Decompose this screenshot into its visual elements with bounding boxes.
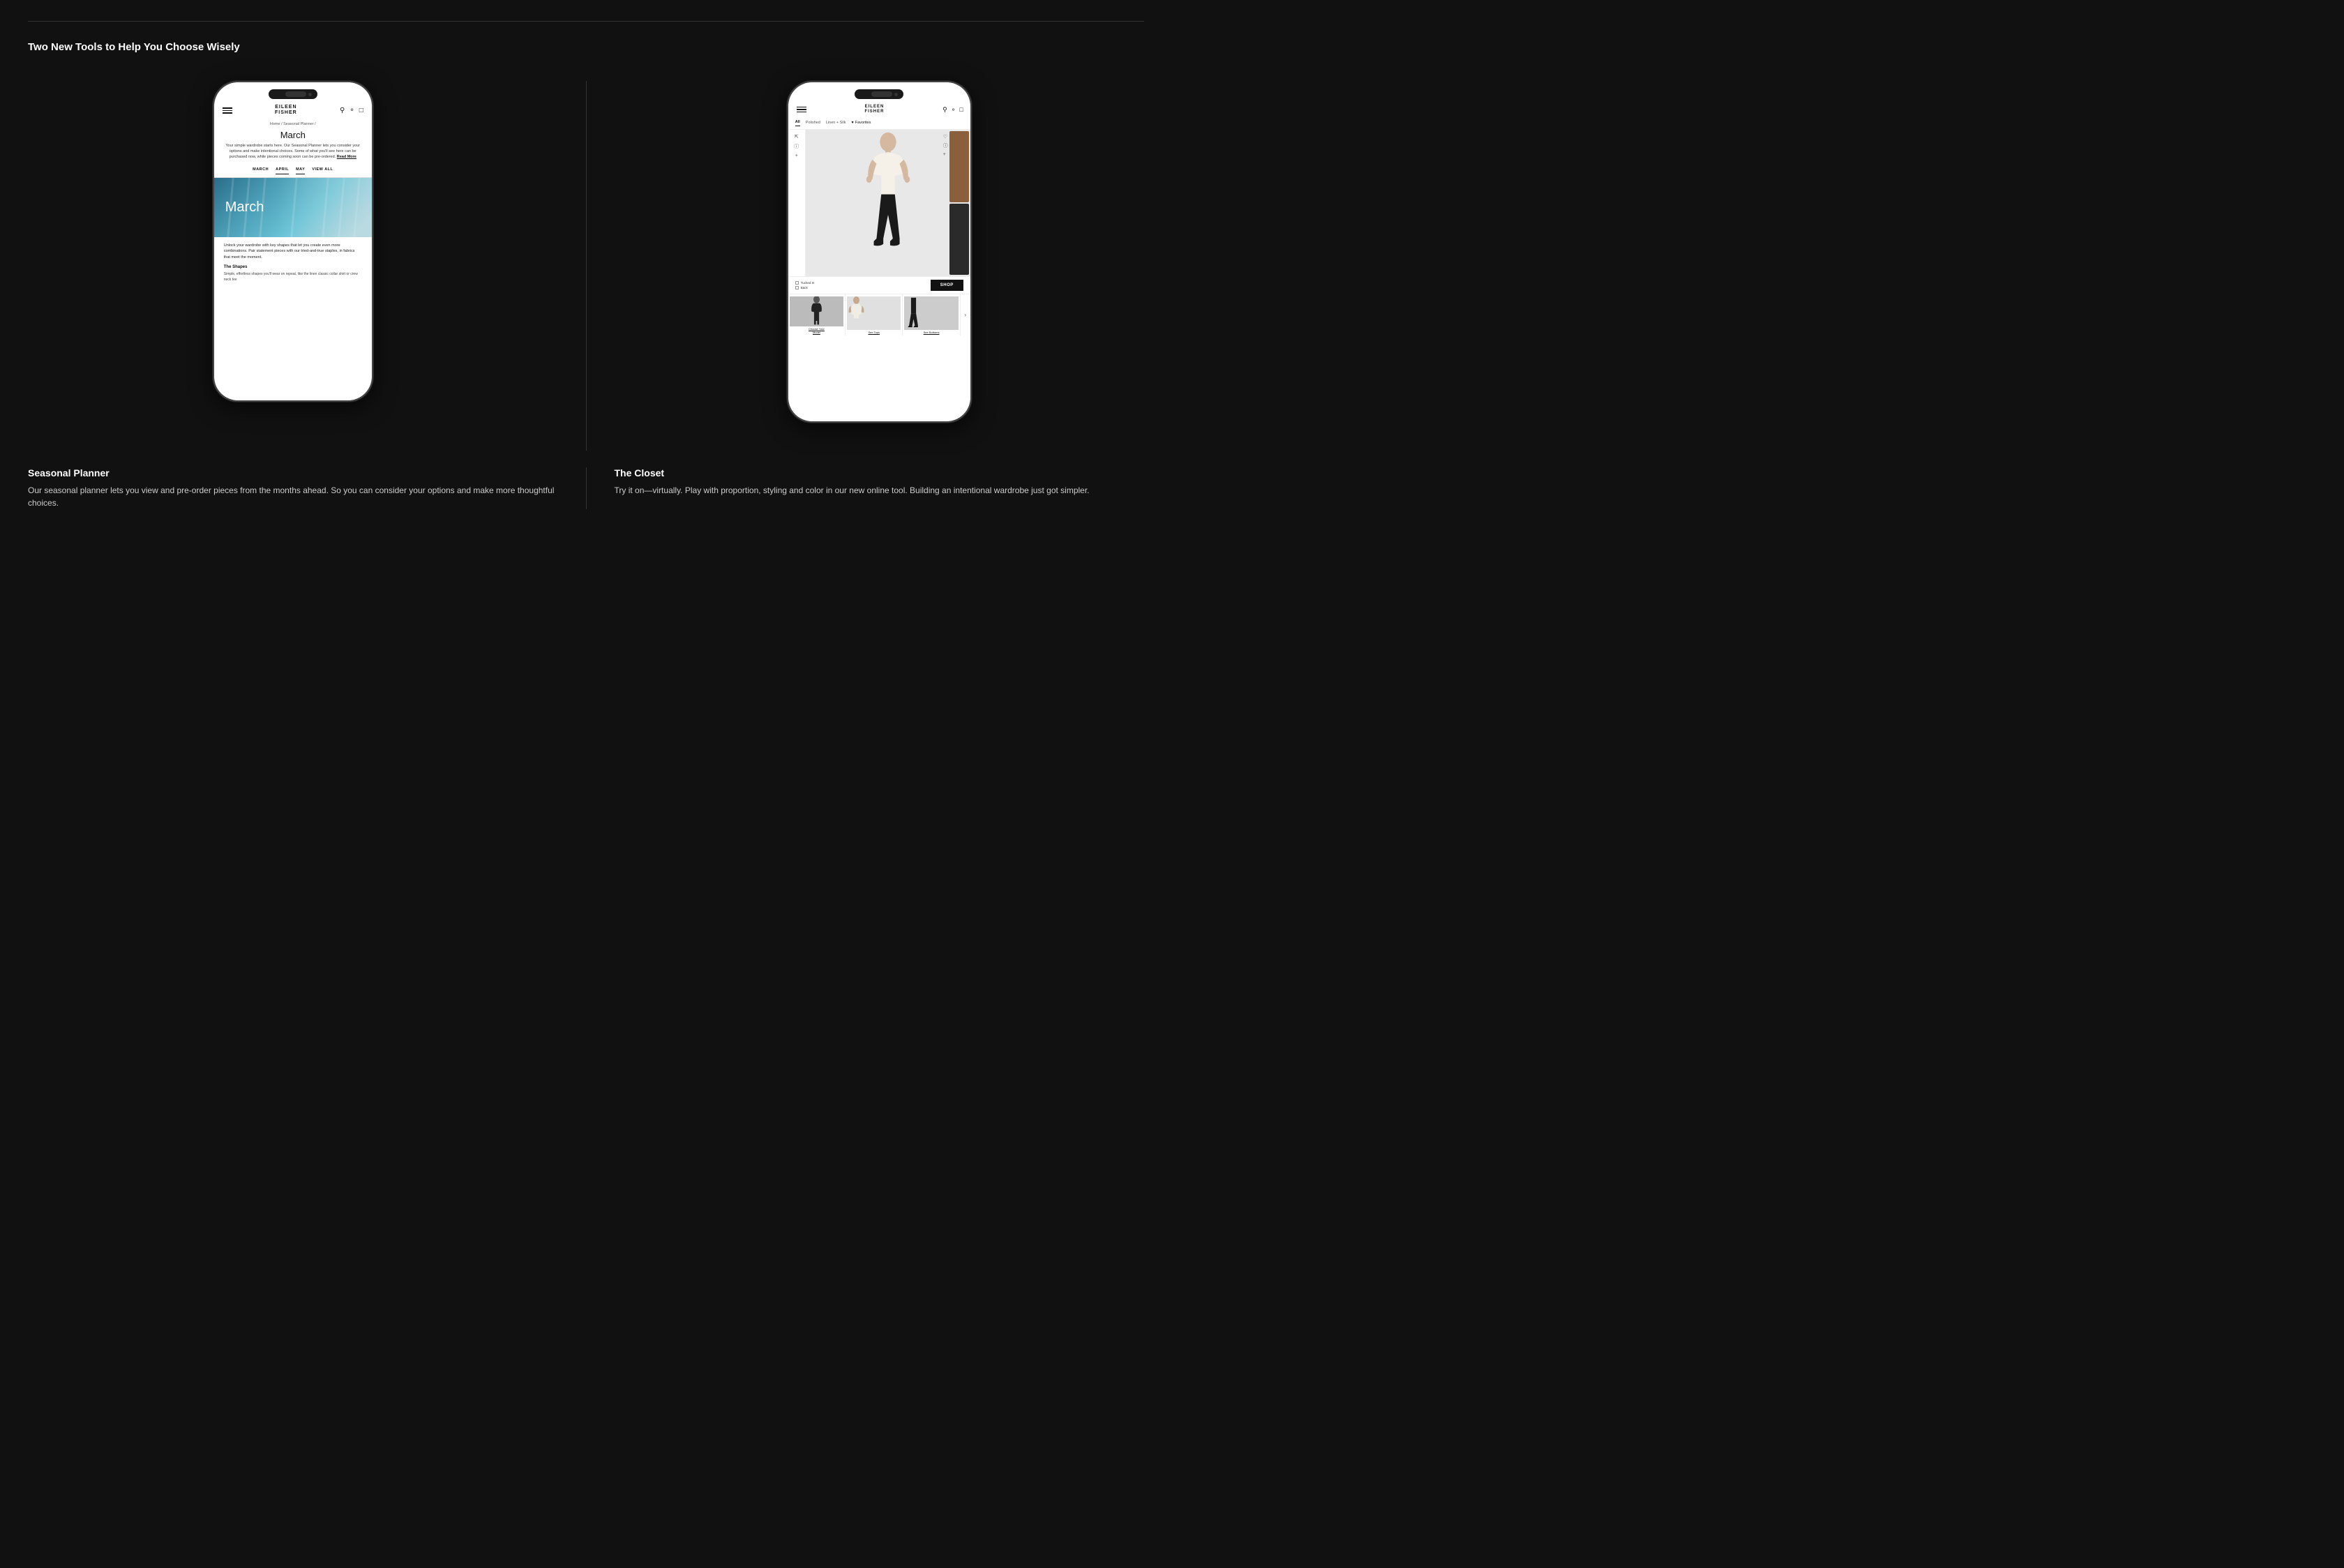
closet-zoom2-icon[interactable]: + [943,152,948,157]
thumb-img-top [847,296,901,329]
sp-tabs: MARCH APRIL MAY VIEW ALL [214,165,372,178]
bag-icon[interactable]: □ [359,107,363,114]
sp-tab-may[interactable]: MAY [296,167,305,174]
see-tops-label[interactable]: See Tops [868,331,880,335]
sp-tab-viewall[interactable]: VIEW ALL [312,167,333,174]
thumb-img-bottom [904,296,958,329]
thumb-top-svg [847,296,866,328]
back-label: Back [801,286,808,289]
notch-capsule [285,91,306,97]
see-bottoms-label[interactable]: See Bottoms [924,331,940,335]
right-section: EILEEN FISHER ⚲ ⚬ □ All Polished Linen + [587,81,1145,451]
thumb-choose-model[interactable]: Choose YourModel [788,294,846,336]
thumb-bottom-svg [904,296,923,328]
seasonal-planner-desc: Our seasonal planner lets you view and p… [28,484,558,509]
seasonal-planner-title: Seasonal Planner [28,467,558,478]
sp-hero-text: March [225,199,264,216]
seasonal-planner-section: Seasonal Planner Our seasonal planner le… [28,467,587,509]
sp-body-text: Unlock your wardrobe with key shapes tha… [214,237,372,289]
tucked-in-checkbox[interactable] [795,281,799,285]
filter-tab-all[interactable]: All [795,120,800,126]
zoom-icon[interactable]: + [795,153,798,158]
back-row: Back [795,286,815,289]
model-display-area: ♡ ⓘ + [806,130,970,276]
choose-model-label[interactable]: Choose YourModel [809,328,825,335]
bottom-labels: Seasonal Planner Our seasonal planner le… [28,467,1144,509]
page-title: Two New Tools to Help You Choose Wisely [28,41,1144,53]
thumb-see-bottoms[interactable]: See Bottoms [903,294,960,336]
notch-dot [308,93,312,96]
thumb-next-arrow[interactable]: › [961,294,970,336]
closet-main-area: ⇱ ⓘ + [788,130,970,276]
filter-tab-favorites[interactable]: ♥ Favorites [851,121,871,126]
sp-header-icons: ⚲ ⚬ □ [340,107,363,114]
heart-icon: ♥ [851,121,853,125]
tucked-in-label: Tucked In [801,281,815,285]
closet-left-sidebar: ⇱ ⓘ + [788,130,806,276]
tucked-in-row: Tucked In [795,281,815,285]
phone-notch-left [269,89,317,99]
side-thumbnails [948,130,970,276]
top-divider [28,21,1144,22]
closet-bag-icon[interactable]: □ [959,106,963,113]
closet-search-icon[interactable]: ⚲ [942,106,947,114]
filter-tab-polished[interactable]: Polished [806,121,820,126]
sp-tab-march[interactable]: MARCH [253,167,269,174]
sp-shapes-heading: The Shapes [224,265,362,269]
person-icon[interactable]: ⚬ [349,107,354,114]
page-wrapper: Two New Tools to Help You Choose Wisely [0,0,1172,551]
the-closet-title: The Closet [615,467,1145,478]
hamburger-icon[interactable] [223,107,232,114]
closet-screen: EILEEN FISHER ⚲ ⚬ □ All Polished Linen + [788,82,970,421]
main-content: EILEEN FISHER ⚲ ⚬ □ Home / Seasonal Plan… [28,81,1144,451]
dark-thumb[interactable] [949,204,969,275]
sp-screen: EILEEN FISHER ⚲ ⚬ □ Home / Seasonal Plan… [214,82,372,400]
sp-body-paragraph: Unlock your wardrobe with key shapes tha… [224,243,362,261]
thumb-see-tops[interactable]: See Tops [846,294,903,336]
closet-thumbnails: Choose YourModel [788,294,970,336]
left-phone-mockup: EILEEN FISHER ⚲ ⚬ □ Home / Seasonal Plan… [213,81,373,402]
sp-brand: EILEEN FISHER [275,105,297,116]
closet-checkboxes: Tucked In Back [795,281,815,289]
right-phone-screen: EILEEN FISHER ⚲ ⚬ □ All Polished Linen + [788,82,970,421]
the-closet-section: The Closet Try it on—virtually. Play wit… [587,467,1145,509]
expand-icon[interactable]: ⇱ [795,134,799,140]
search-icon[interactable]: ⚲ [340,107,345,114]
closet-hamburger-icon[interactable] [797,107,806,113]
sp-breadcrumb: Home / Seasonal Planner / [214,121,372,128]
brown-thumb[interactable] [949,131,969,202]
thumb-model-svg [807,296,826,326]
closet-header-icons: ⚲ ⚬ □ [942,106,963,114]
sp-shapes-text: Simple, effortless shapes you'll wear on… [224,271,362,282]
closet-header: EILEEN FISHER ⚲ ⚬ □ [788,82,970,118]
sp-tab-april[interactable]: APRIL [276,167,289,174]
notch-capsule-right [871,91,892,97]
notch-dot-right [894,93,898,96]
phone-notch-right [855,89,903,99]
sp-header: EILEEN FISHER ⚲ ⚬ □ [214,82,372,121]
model-figure [857,130,919,266]
closet-filter-tabs: All Polished Linen + Silk ♥ Favorites [788,118,970,130]
closet-heart-icon[interactable]: ♡ [943,134,948,140]
sp-description: Your simple wardrobe starts here. Our Se… [214,143,372,160]
thumb-img-model [790,296,843,326]
read-more-link[interactable]: Read More [337,155,356,159]
left-phone-screen: EILEEN FISHER ⚲ ⚬ □ Home / Seasonal Plan… [214,82,372,400]
shop-button[interactable]: SHOP [931,280,963,291]
closet-bottom-bar: Tucked In Back SHOP [788,276,970,294]
sp-screen-title: March [214,130,372,140]
back-checkbox[interactable] [795,286,799,289]
right-phone-mockup: EILEEN FISHER ⚲ ⚬ □ All Polished Linen + [787,81,972,423]
closet-person-icon[interactable]: ⚬ [951,106,956,114]
closet-brand: EILEEN FISHER [864,105,884,114]
hero-overlay [277,178,372,237]
sp-hero-image: March [214,178,372,237]
left-section: EILEEN FISHER ⚲ ⚬ □ Home / Seasonal Plan… [28,81,587,451]
filter-tab-linen[interactable]: Linen + Silk [826,121,846,126]
closet-right-icons: ♡ ⓘ + [943,134,948,157]
closet-info2-icon[interactable]: ⓘ [943,142,948,149]
info-icon[interactable]: ⓘ [794,143,799,150]
the-closet-desc: Try it on—virtually. Play with proportio… [615,484,1145,497]
